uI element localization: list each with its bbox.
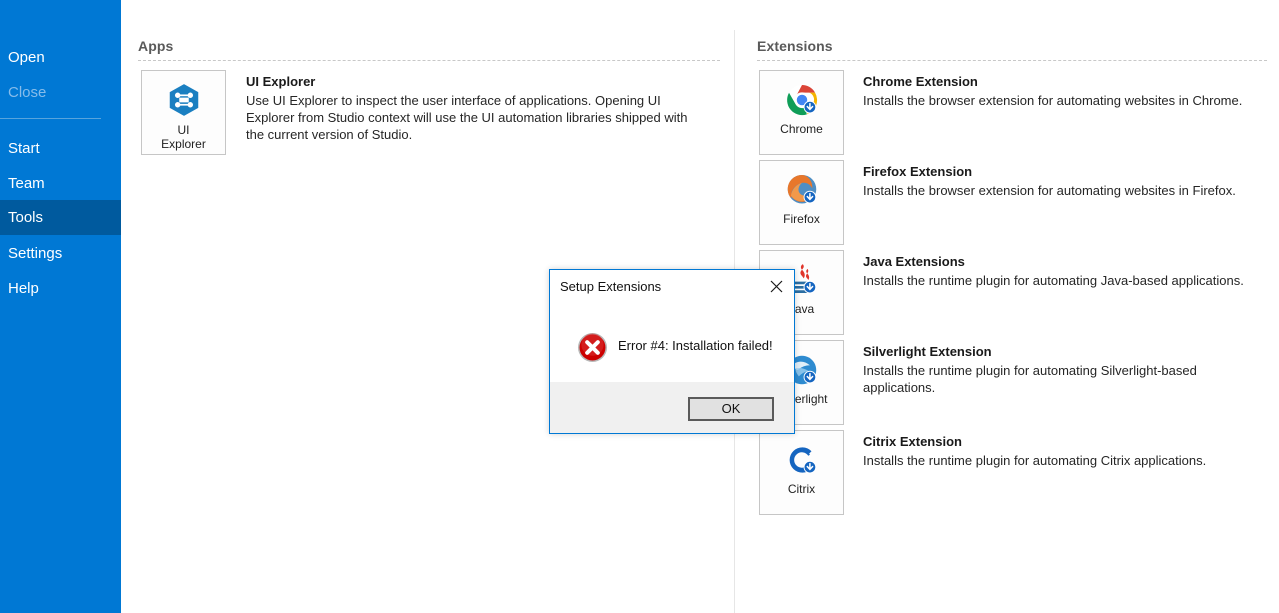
sidebar-item-close: Close [8, 84, 47, 101]
citrix-install-icon [789, 447, 816, 474]
extension-entry-title-chrome: Chrome Extension [863, 74, 978, 89]
extension-entry-desc-silverlight: Installs the runtime plugin for automati… [863, 363, 1197, 395]
extension-tile-chrome[interactable]: Chrome [759, 70, 844, 155]
sidebar-item-open[interactable]: Open [0, 40, 121, 75]
extension-entry-desc-java: Installs the runtime plugin for automati… [863, 273, 1244, 288]
apps-section-rule [138, 60, 720, 61]
extension-entry-desc-chrome: Installs the browser extension for autom… [863, 93, 1243, 108]
extension-entry-title-firefox: Firefox Extension [863, 164, 973, 179]
error-icon [577, 332, 608, 363]
app-tile-ui-explorer[interactable]: UI Explorer [141, 70, 226, 155]
extension-tile-label: Firefox [783, 212, 820, 226]
extension-entry-desc-citrix: Installs the runtime plugin for automati… [863, 453, 1207, 468]
dialog-message: Error #4: Installation failed! [618, 338, 773, 353]
app-entry-desc-ui-explorer: Use UI Explorer to inspect the user inte… [246, 93, 688, 142]
dialog-titlebar: Setup Extensions [550, 270, 794, 302]
extension-entry-title-java: Java Extensions [863, 254, 965, 269]
sidebar-item-help[interactable]: Help [0, 271, 121, 306]
dialog-title: Setup Extensions [560, 279, 662, 294]
sidebar-item-team[interactable]: Team [0, 166, 121, 201]
extension-entry-desc-firefox: Installs the browser extension for autom… [863, 183, 1236, 198]
sidebar-item-start[interactable]: Start [0, 131, 121, 166]
extensions-section-title: Extensions [757, 38, 833, 54]
apps-section-title: Apps [138, 38, 174, 54]
sidebar-item-settings[interactable]: Settings [0, 236, 121, 271]
extension-entry-title-citrix: Citrix Extension [863, 434, 962, 449]
chrome-install-icon [786, 84, 817, 116]
ui-explorer-icon [169, 84, 198, 116]
extension-entry-title-silverlight: Silverlight Extension [863, 344, 992, 359]
sidebar: Open Close Start Team Tools Settings Hel… [0, 0, 121, 613]
extension-tile-label: Chrome [780, 122, 823, 136]
extensions-section-rule [757, 60, 1267, 61]
dialog-body: Error #4: Installation failed! [550, 302, 794, 383]
sidebar-item-tools[interactable]: Tools [0, 200, 121, 235]
app-tile-label: UI Explorer [161, 123, 206, 151]
tools-page: Open Close Start Team Tools Settings Hel… [0, 0, 1279, 613]
extension-tile-label: Citrix [787, 482, 816, 496]
extension-tile-citrix[interactable]: Citrix [759, 430, 844, 515]
app-entry-title-ui-explorer: UI Explorer [246, 74, 316, 89]
setup-extensions-dialog: Setup Extensions Error #4: Installation … [549, 269, 795, 434]
firefox-install-icon [787, 174, 816, 204]
sidebar-divider [0, 118, 101, 119]
close-icon[interactable] [762, 274, 790, 298]
extension-tile-firefox[interactable]: Firefox [759, 160, 844, 245]
ok-button[interactable]: OK [688, 397, 774, 421]
